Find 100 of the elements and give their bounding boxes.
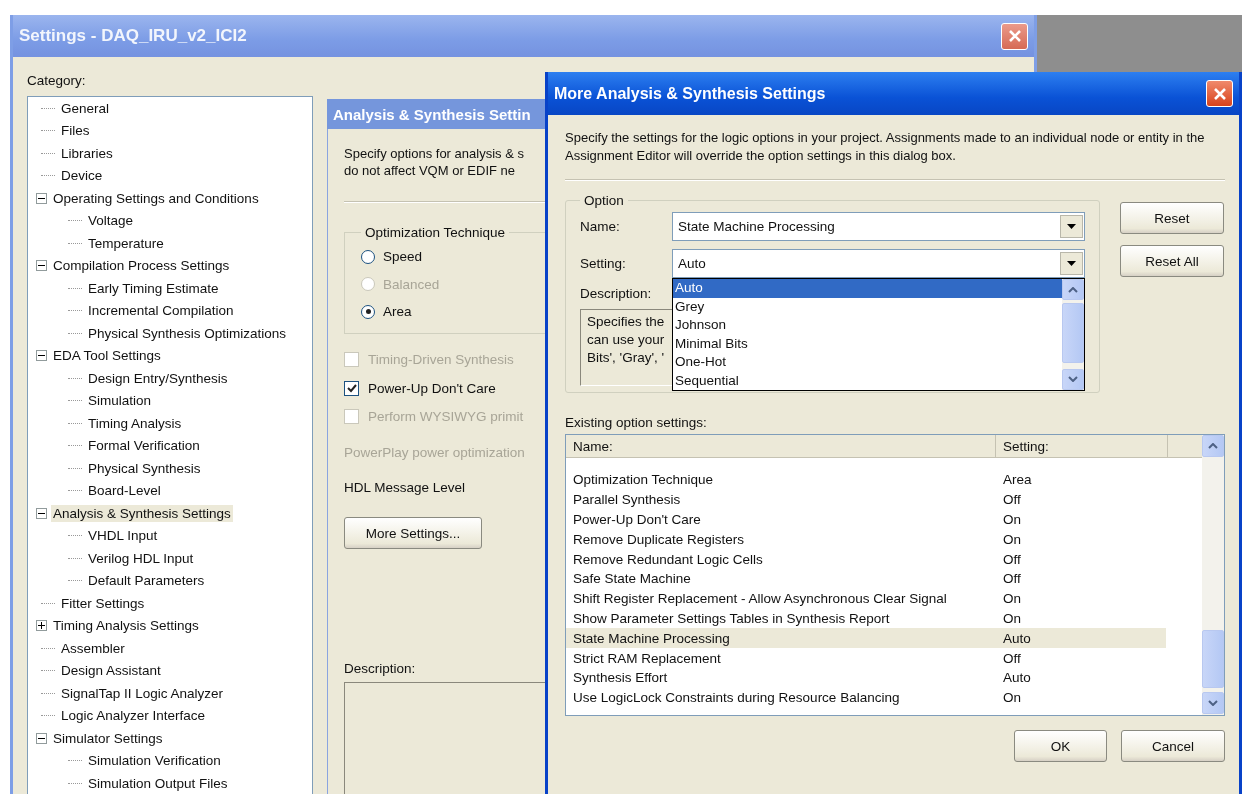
column-header[interactable]: Setting: — [996, 435, 1168, 457]
table-cell-text: Off — [1002, 551, 1022, 567]
table-row[interactable]: Optimization Technique Area — [566, 470, 1166, 490]
tree-item[interactable]: VHDL Input — [86, 527, 160, 545]
tree-item[interactable]: Fitter Settings — [59, 594, 147, 612]
table-cell-text: Auto — [1002, 670, 1032, 686]
scroll-thumb[interactable] — [1202, 630, 1224, 688]
description-text: Bits', 'Gray', ' — [587, 349, 665, 367]
tree-item[interactable]: Board-Level — [86, 482, 163, 500]
tree-item[interactable]: SignalTap II Logic Analyzer — [59, 684, 226, 702]
tree-item[interactable]: Voltage — [86, 212, 136, 230]
tree-item[interactable]: Design Entry/Synthesis — [86, 369, 230, 387]
intro-text: Specify options for analysis & s — [344, 145, 525, 162]
setting-label: Setting: — [580, 256, 627, 271]
close-icon — [1007, 29, 1022, 43]
scroll-down-button[interactable] — [1062, 368, 1084, 390]
check-icon — [346, 383, 357, 393]
cancel-button[interactable]: Cancel — [1121, 730, 1225, 762]
tree-item[interactable]: Analysis & Synthesis Settings — [51, 504, 233, 522]
tree-item[interactable]: Compilation Process Settings — [51, 257, 232, 275]
table-cell-text: Off — [1002, 650, 1022, 666]
table-cell-text: Area — [1002, 472, 1033, 488]
dialog-intro-text: Specify the settings for the logic options in your project. Assignments made to an individual node or entity in the Assignment Editor will override the option settings in this dialog box. — [565, 129, 1206, 165]
scroll-up-icon — [1068, 286, 1078, 293]
tree-item[interactable]: Early Timing Estimate — [86, 279, 221, 297]
tree-item[interactable]: Temperature — [86, 234, 166, 252]
table-row[interactable]: Safe State Machine Off — [566, 569, 1166, 589]
scroll-down-button[interactable] — [1202, 692, 1224, 714]
scroll-up-icon — [1208, 443, 1218, 449]
tree-item[interactable]: EDA Tool Settings — [51, 347, 163, 365]
description-text: can use your — [587, 331, 665, 349]
table-row[interactable]: Remove Redundant Logic Cells Off — [566, 549, 1166, 569]
tree-item[interactable]: Timing Analysis — [86, 414, 184, 432]
description-label: Description: — [580, 286, 653, 301]
scrollbar[interactable] — [1062, 279, 1084, 390]
tree-item[interactable]: Verilog HDL Input — [86, 549, 196, 567]
tree-item[interactable]: Files — [59, 122, 92, 140]
collapse-icon[interactable] — [36, 192, 47, 204]
scroll-up-button[interactable] — [1202, 435, 1224, 457]
table-row[interactable]: Use LogicLock Constraints during Resource Balancing On — [566, 687, 1166, 708]
category-label: Category: — [27, 73, 87, 88]
table-row[interactable]: Power-Up Don't Care On — [566, 509, 1166, 530]
radio-label: Area — [383, 304, 412, 320]
collapse-icon[interactable] — [36, 350, 47, 362]
collapse-icon[interactable] — [36, 732, 47, 744]
table-row[interactable]: Strict RAM Replacement Off — [566, 648, 1166, 668]
table-cell-text: Shift Register Replacement - Allow Asynchronous Clear Signal — [572, 591, 948, 607]
tree-item[interactable]: Operating Settings and Conditions — [51, 189, 261, 207]
tree-item[interactable]: Simulation — [86, 392, 154, 410]
table-cell-text: Strict RAM Replacement — [572, 650, 722, 666]
collapse-icon[interactable] — [36, 260, 47, 272]
tree-item[interactable]: Libraries — [59, 144, 115, 162]
expand-icon[interactable] — [36, 620, 47, 632]
setting-dropdown[interactable]: Auto — [672, 249, 1085, 278]
name-label: Name: — [580, 219, 621, 234]
table-row[interactable]: State Machine Processing Auto — [566, 628, 1166, 649]
table-row[interactable]: Synthesis Effort Auto — [566, 667, 1166, 688]
table-row[interactable]: Show Parameter Settings Tables in Synthesis Report On — [566, 608, 1166, 629]
scrollbar[interactable] — [1202, 435, 1224, 715]
tree-item[interactable]: Default Parameters — [86, 572, 207, 590]
scroll-up-button[interactable] — [1062, 279, 1084, 301]
table-row[interactable]: Parallel Synthesis Off — [566, 489, 1166, 510]
close-button[interactable] — [1001, 22, 1028, 50]
table-cell-text: On — [1002, 610, 1022, 626]
table-cell-text: Power-Up Don't Care — [572, 512, 702, 527]
tree-item[interactable]: Logic Analyzer Interface — [59, 707, 208, 725]
dialog-title: More Analysis & Synthesis Settings — [554, 84, 826, 103]
hdl-message-label: HDL Message Level — [344, 480, 467, 495]
dropdown-arrow-icon — [1067, 224, 1076, 229]
table-row[interactable]: Shift Register Replacement - Allow Asynchronous Clear Signal On — [566, 588, 1166, 609]
radio-button[interactable] — [361, 249, 375, 264]
tree-item[interactable]: Assembler — [59, 639, 127, 657]
collapse-icon[interactable] — [36, 507, 47, 519]
column-header[interactable]: Name: — [566, 435, 996, 457]
scroll-thumb[interactable] — [1062, 303, 1084, 363]
reset-all-button[interactable]: Reset All — [1120, 245, 1224, 277]
table-cell-text: Safe State Machine — [572, 571, 692, 587]
tree-item[interactable]: Design Assistant — [59, 662, 163, 680]
close-button[interactable] — [1206, 80, 1233, 107]
tree-item[interactable]: Physical Synthesis — [86, 459, 203, 477]
radio-button[interactable] — [361, 304, 375, 319]
tree-item[interactable]: Incremental Compilation — [86, 302, 236, 320]
tree-item[interactable]: Simulation Output Files — [86, 774, 230, 792]
more-settings-button[interactable]: More Settings... — [344, 517, 482, 549]
checkbox[interactable] — [344, 380, 359, 396]
tree-item[interactable]: Formal Verification — [86, 437, 202, 455]
tree-item[interactable]: Device — [59, 167, 105, 185]
table-cell-text: Synthesis Effort — [572, 670, 669, 686]
table-row[interactable]: Remove Duplicate Registers On — [566, 529, 1166, 550]
tree-item[interactable]: Physical Synthesis Optimizations — [86, 324, 289, 342]
dropdown-option[interactable]: Auto — [673, 279, 1062, 298]
tree-item[interactable]: Timing Analysis Settings — [51, 617, 201, 635]
tree-item[interactable]: Simulator Settings — [51, 729, 165, 747]
tree-item[interactable]: Simulation Verification — [86, 752, 223, 770]
name-dropdown[interactable]: State Machine Processing — [672, 212, 1085, 241]
reset-button[interactable]: Reset — [1120, 202, 1224, 234]
checkbox-label: Perform WYSIWYG primit — [368, 409, 524, 425]
table-cell-text: Off — [1002, 571, 1022, 587]
tree-item[interactable]: General — [59, 99, 112, 117]
ok-button[interactable]: OK — [1014, 730, 1107, 762]
